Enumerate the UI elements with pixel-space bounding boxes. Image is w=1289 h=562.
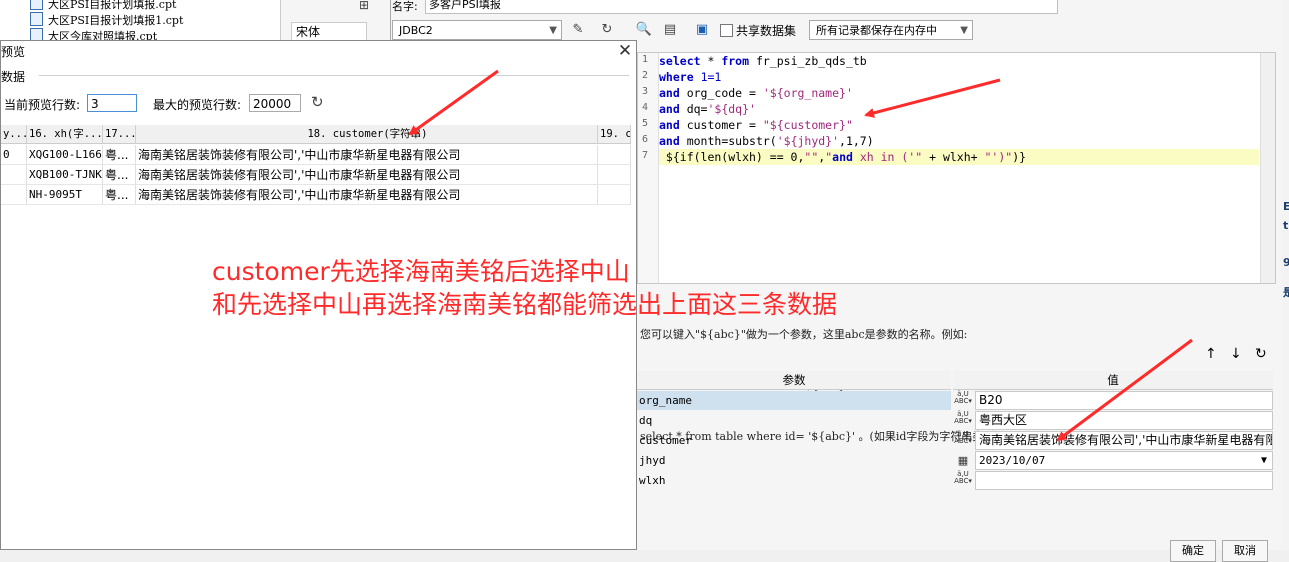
annotation-arrow	[1056, 338, 1193, 442]
annotation-arrow	[408, 69, 499, 136]
annotation-arrow	[864, 78, 1001, 118]
annotation-arrows	[408, 69, 1193, 442]
